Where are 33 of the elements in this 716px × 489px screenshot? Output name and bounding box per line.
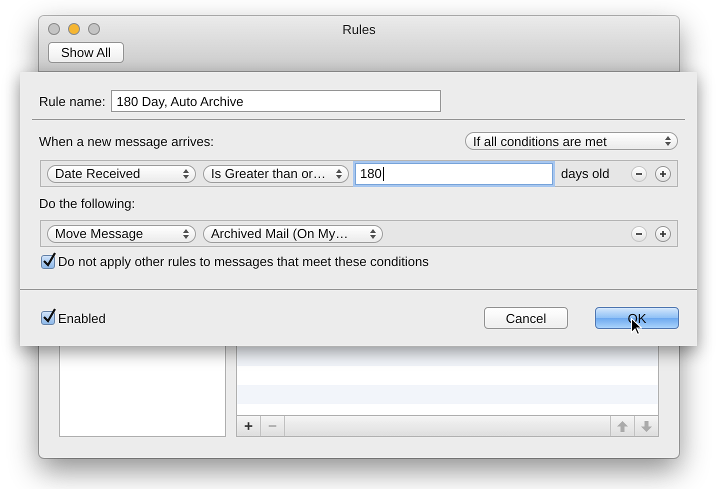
unit-label: days old (561, 166, 610, 181)
match-popup[interactable]: If all conditions are met (465, 132, 678, 150)
updown-arrows-icon (665, 136, 671, 146)
updown-arrows-icon (336, 168, 342, 178)
plus-icon (659, 170, 667, 178)
down-arrow-icon (641, 420, 652, 432)
rule-name-label: Rule name: (39, 94, 106, 108)
cancel-button[interactable]: Cancel (484, 307, 568, 329)
up-arrow-icon (617, 420, 628, 432)
trigger-label: When a new message arrives: (39, 134, 214, 148)
action-popup[interactable]: Move Message (47, 224, 196, 242)
updown-arrows-icon (370, 228, 376, 238)
window-title: Rules (342, 22, 376, 36)
updown-arrows-icon (183, 228, 189, 238)
show-all-button[interactable]: Show All (48, 42, 124, 63)
minimize-button[interactable] (68, 23, 80, 35)
rule-name-field[interactable]: 180 Day, Auto Archive (111, 90, 442, 112)
field-popup[interactable]: Date Received (47, 164, 196, 182)
zoom-button[interactable] (88, 23, 100, 35)
updown-arrows-icon (183, 168, 189, 178)
checkbox-label[interactable]: Enabled (58, 310, 106, 326)
add-button[interactable] (655, 166, 671, 182)
value-field[interactable]: 180 (355, 162, 553, 184)
checkbox-label[interactable]: Do not apply other rules to messages that meet these conditions (58, 254, 429, 269)
checkbox[interactable] (41, 311, 55, 325)
add-button[interactable] (655, 226, 671, 242)
checkbox[interactable] (41, 254, 55, 268)
actions-label: Do the following: (39, 196, 136, 212)
add-rule-button[interactable]: + (237, 416, 261, 436)
plus-icon (659, 230, 667, 238)
operator-popup[interactable]: Is Greater than or… (203, 164, 349, 182)
close-button[interactable] (48, 23, 60, 35)
target-popup[interactable]: Archived Mail (On My… (203, 224, 383, 242)
